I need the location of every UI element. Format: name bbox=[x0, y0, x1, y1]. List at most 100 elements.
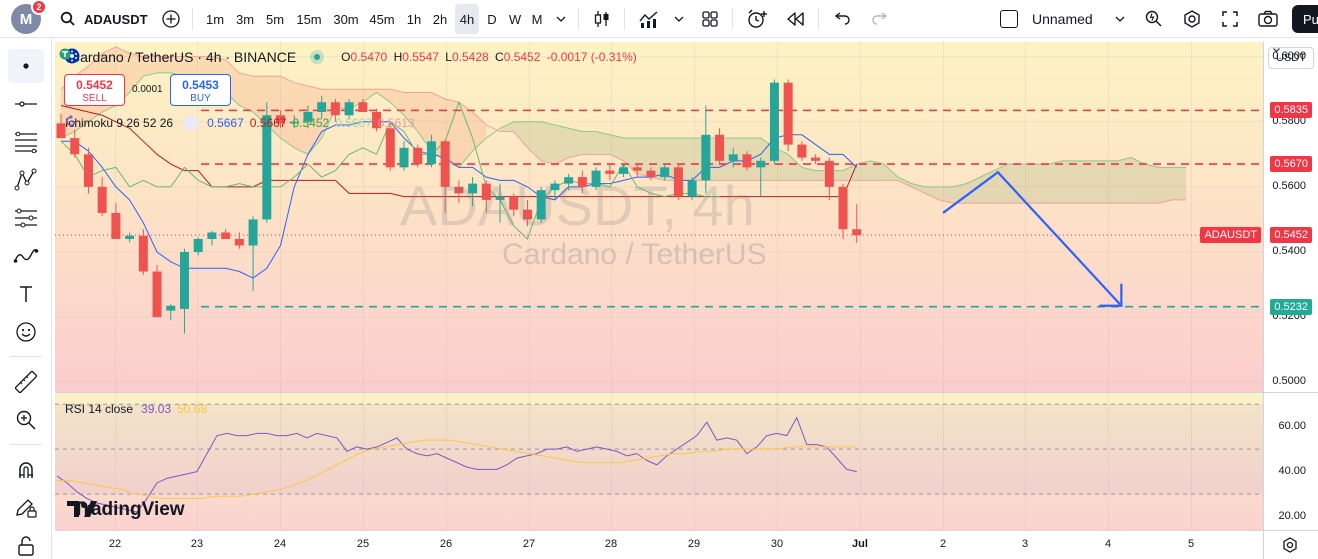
magnet-tool[interactable] bbox=[8, 453, 44, 487]
interval-45m[interactable]: 45m bbox=[366, 0, 398, 38]
chart-title[interactable]: Cardano / TetherUS · 4h · BINANCE bbox=[70, 49, 296, 65]
publish-label: Pu bbox=[1303, 11, 1318, 27]
indicators-button[interactable] bbox=[634, 0, 664, 38]
text-tool[interactable] bbox=[8, 277, 44, 311]
candle-body bbox=[413, 147, 423, 165]
quick-search-button[interactable] bbox=[1140, 0, 1168, 38]
ruler-icon bbox=[15, 371, 37, 393]
drawing-mode-tool[interactable] bbox=[8, 491, 44, 525]
buy-label: BUY bbox=[190, 93, 211, 104]
time-tick-label: 27 bbox=[522, 538, 536, 550]
interval-W[interactable]: W bbox=[505, 0, 525, 38]
interval-D[interactable]: D bbox=[483, 0, 501, 38]
rsi-tick-label: 20.00 bbox=[1278, 509, 1306, 522]
interval-5m[interactable]: 5m bbox=[262, 0, 288, 38]
trend-line-tool[interactable] bbox=[8, 87, 44, 121]
drawing-toolbar bbox=[0, 38, 52, 559]
interval-2h[interactable]: 2h bbox=[429, 0, 451, 38]
interval-1h[interactable]: 1h bbox=[403, 0, 425, 38]
symbol-price-tag[interactable]: ADAUSDT bbox=[1200, 227, 1261, 244]
price-label[interactable]: 0.5232 bbox=[1270, 298, 1312, 315]
emoji-tool[interactable] bbox=[8, 315, 44, 349]
publish-button[interactable]: Pu bbox=[1292, 5, 1318, 33]
snapshot-button[interactable] bbox=[1254, 0, 1282, 38]
measure-tool[interactable] bbox=[8, 365, 44, 399]
time-tick-label: 22 bbox=[108, 538, 122, 550]
lock-icon bbox=[18, 536, 34, 556]
brush-tool[interactable] bbox=[8, 239, 44, 273]
interval-M[interactable]: M bbox=[528, 0, 546, 38]
ohlc-open-label: O bbox=[341, 50, 351, 64]
alarm-clock-plus-icon bbox=[748, 9, 767, 28]
prediction-tool[interactable] bbox=[8, 201, 44, 235]
chart-area[interactable]: ADAUSDT, 4h Cardano / TetherUS Cardano /… bbox=[55, 42, 1318, 559]
market-status-icon[interactable] bbox=[310, 50, 325, 64]
interval-3m[interactable]: 3m bbox=[232, 0, 258, 38]
price-label[interactable]: 0.5670 bbox=[1270, 156, 1312, 173]
lock-tool[interactable] bbox=[8, 529, 44, 559]
interval-4h[interactable]: 4h bbox=[455, 4, 479, 34]
chart-type-button[interactable] bbox=[588, 0, 616, 38]
cursor-tool[interactable] bbox=[8, 49, 44, 83]
rsi-name[interactable]: RSI 14 close bbox=[65, 402, 133, 416]
sliders-icon bbox=[15, 208, 37, 228]
candle-body bbox=[632, 167, 642, 171]
wave-icon bbox=[13, 248, 39, 263]
symbol-search[interactable]: ADAUSDT bbox=[60, 0, 152, 38]
candle-body bbox=[769, 82, 779, 161]
price-tick-label: 0.5000 bbox=[1272, 375, 1306, 388]
replay-button[interactable] bbox=[782, 0, 810, 38]
price-label[interactable]: 0.5452 bbox=[1270, 227, 1312, 244]
layout-button[interactable]: Unnamed bbox=[1000, 0, 1126, 38]
pencil-lock-icon bbox=[16, 499, 37, 518]
sell-label: SELL bbox=[82, 93, 107, 104]
notification-badge[interactable]: 2 bbox=[31, 0, 47, 15]
time-tick-label: 4 bbox=[1104, 538, 1112, 550]
tradingview-logo-icon bbox=[67, 501, 97, 517]
ichimoku-conversion-value: 0.5667 bbox=[207, 116, 244, 130]
sell-button[interactable]: 0.5452 SELL bbox=[64, 74, 125, 106]
rewind-icon bbox=[787, 12, 804, 26]
alert-button[interactable] bbox=[742, 0, 772, 38]
tradingview-logo[interactable]: TradingView bbox=[67, 499, 185, 521]
pattern-tool[interactable] bbox=[8, 163, 44, 197]
fullscreen-button[interactable] bbox=[1216, 0, 1244, 38]
candle-body bbox=[399, 147, 409, 168]
price-tick-label: 0.5600 bbox=[1272, 179, 1306, 192]
top-toolbar: M 2 ADAUSDT 1m 3m 5m 15m 30m 45m 1h 2h 4h D W M bbox=[0, 0, 1318, 38]
price-label[interactable]: 0.5835 bbox=[1270, 102, 1312, 119]
candle bbox=[138, 229, 148, 275]
buy-button[interactable]: 0.5453 BUY bbox=[170, 74, 231, 106]
interval-dropdown[interactable] bbox=[552, 0, 570, 38]
indicators-dropdown[interactable] bbox=[670, 0, 688, 38]
interval-1m[interactable]: 1m bbox=[202, 0, 228, 38]
ohlc-high: 0.5547 bbox=[402, 50, 439, 64]
zoom-tool[interactable] bbox=[8, 403, 44, 437]
ohlc-low: 0.5428 bbox=[451, 50, 489, 64]
candle-body bbox=[385, 128, 395, 168]
candle-body bbox=[97, 186, 107, 213]
indicator-loading-icon[interactable] bbox=[66, 115, 200, 131]
gear-icon bbox=[1184, 10, 1200, 28]
undo-button[interactable] bbox=[828, 0, 856, 38]
settings-button[interactable] bbox=[1178, 0, 1206, 38]
compare-button[interactable] bbox=[158, 0, 184, 38]
lines-icon bbox=[15, 131, 37, 153]
candle-body bbox=[111, 212, 121, 239]
redo-button[interactable] bbox=[866, 0, 894, 38]
ichimoku-span-a-value: 0.5667 bbox=[335, 116, 372, 130]
interval-30m[interactable]: 30m bbox=[330, 0, 362, 38]
time-tick-label: 30 bbox=[770, 538, 784, 550]
symbol-watermark: ADAUSDT, 4h bbox=[400, 174, 755, 237]
time-tick-label: 2 bbox=[939, 538, 947, 550]
candle-body bbox=[756, 160, 766, 168]
buy-price: 0.5453 bbox=[182, 78, 219, 92]
time-axis-settings-button[interactable] bbox=[1281, 536, 1299, 554]
time-tick-label: 3 bbox=[1021, 538, 1029, 550]
fib-tool[interactable] bbox=[8, 125, 44, 159]
user-avatar[interactable]: M 2 bbox=[8, 0, 47, 38]
templates-button[interactable] bbox=[696, 0, 724, 38]
settings-gear-icon bbox=[1283, 537, 1297, 553]
interval-15m[interactable]: 15m bbox=[293, 0, 325, 38]
ichimoku-name[interactable]: Ichimoku 9 26 52 26 bbox=[65, 116, 173, 130]
